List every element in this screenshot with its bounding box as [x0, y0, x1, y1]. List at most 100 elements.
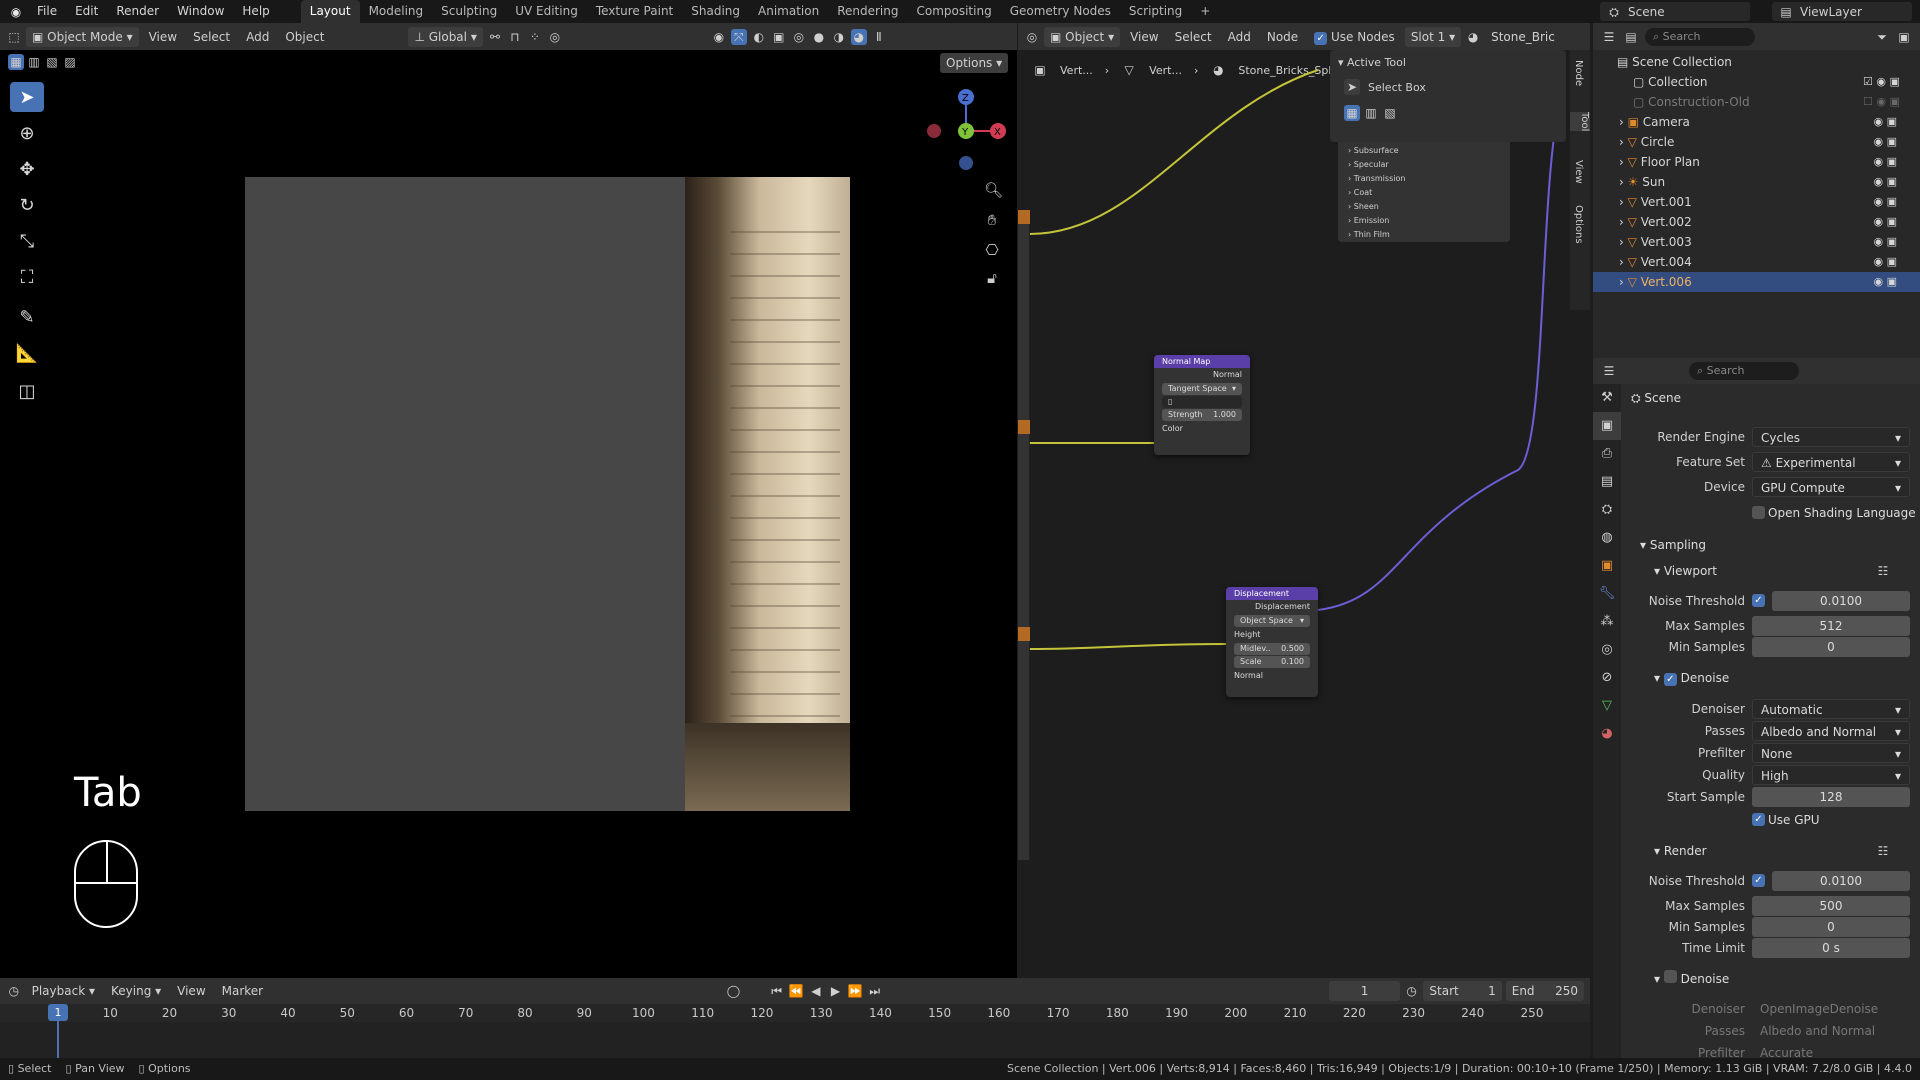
prefilter-dropdown[interactable]: None ▾	[1752, 743, 1910, 763]
tab-shading[interactable]: Shading	[682, 0, 749, 23]
r-noise-checkbox[interactable]: ✓	[1752, 874, 1765, 887]
auto-key-icon[interactable]: ◯	[726, 983, 742, 999]
outliner-type-icon[interactable]: ☰	[1601, 29, 1617, 45]
node-editor[interactable]: ▣ Vert... › ▽ Vert... › ◕ Stone_Bricks_S…	[1018, 50, 1590, 978]
denoiser-dropdown[interactable]: Automatic ▾	[1752, 699, 1910, 719]
options-button[interactable]: Options ▾	[940, 53, 1009, 73]
camera-view-icon[interactable]: ⎔	[984, 242, 1000, 258]
outliner[interactable]: ☰ ▤ ⌕ Search ⏷ ▣ ▤ Scene Collection ▢ Co…	[1593, 23, 1920, 358]
osl-checkbox[interactable]	[1752, 506, 1765, 519]
tab-animation[interactable]: Animation	[749, 0, 828, 23]
xray-icon[interactable]: ▣	[771, 29, 787, 45]
node-editor-type-icon[interactable]: ◎	[1024, 29, 1040, 45]
tool-move[interactable]: ✥	[10, 154, 44, 184]
navigation-gizmo[interactable]: Z X Y	[920, 85, 1010, 175]
bsdf-item-transmission[interactable]: › Transmission	[1348, 172, 1500, 186]
midlevel-field[interactable]: Midlev.. 0.500	[1234, 643, 1310, 655]
render-subpanel-header[interactable]: ▾ Render	[1654, 841, 1707, 861]
gizmo-toggle-icon[interactable]: ⤧	[730, 28, 747, 45]
tool-transform[interactable]: ⛶	[10, 262, 44, 292]
outliner-search-input[interactable]: ⌕ Search	[1645, 27, 1755, 46]
eye-icon[interactable]: ◉ ▣	[1863, 152, 1913, 172]
node-menu-select[interactable]: Select	[1169, 27, 1218, 47]
pivot-icon[interactable]: ⚯	[487, 29, 503, 45]
tab-texture-paint[interactable]: Texture Paint	[587, 0, 682, 23]
zoom-icon[interactable]: 🔍︎	[984, 182, 1003, 198]
tab-modeling[interactable]: Modeling	[360, 0, 433, 23]
eye-icon[interactable]: ◉ ▣	[1863, 112, 1913, 132]
menu-window[interactable]: Window	[168, 0, 233, 23]
visibility-icon[interactable]: ◉	[711, 29, 727, 45]
world-tab-icon[interactable]: ◍	[1593, 524, 1621, 552]
tab-node[interactable]: Node	[1573, 60, 1584, 86]
tool-measure[interactable]: 📐	[10, 338, 44, 368]
eye-icon[interactable]: ◉ ▣	[1863, 212, 1913, 232]
scale-field[interactable]: Scale 0.100	[1234, 656, 1310, 668]
tab-sculpting[interactable]: Sculpting	[432, 0, 506, 23]
tab-options[interactable]: Options	[1573, 205, 1584, 244]
filter-icon[interactable]: ⏷	[1874, 29, 1890, 45]
tool-add-cube[interactable]: ◫	[10, 376, 44, 406]
vp-menu-add[interactable]: Add	[240, 27, 275, 47]
menu-edit[interactable]: Edit	[66, 0, 107, 23]
viewlayer-selector[interactable]: ▤ ViewLayer	[1772, 2, 1912, 21]
list-icon[interactable]: ☷	[1875, 563, 1891, 579]
menu-help[interactable]: Help	[233, 0, 278, 23]
r-max-field[interactable]: 500	[1752, 896, 1910, 916]
tab-geometry-nodes[interactable]: Geometry Nodes	[1001, 0, 1120, 23]
tab-layout[interactable]: Layout	[300, 0, 360, 23]
r-prefilter-dropdown[interactable]: Accurate	[1752, 1043, 1910, 1057]
select-intersect-icon[interactable]: ▨	[62, 54, 78, 70]
scene-selector[interactable]: ⛭ Scene	[1600, 2, 1750, 21]
r-passes-dropdown[interactable]: Albedo and Normal	[1752, 1021, 1910, 1041]
tab-rendering[interactable]: Rendering	[828, 0, 907, 23]
timeline-track[interactable]	[0, 1022, 1590, 1058]
snap-icon[interactable]: ⊓	[507, 29, 523, 45]
viewport-subpanel-header[interactable]: ▾ Viewport	[1654, 561, 1717, 581]
eye-icon[interactable]: ☐ ◉ ▣	[1863, 92, 1913, 112]
shading-wireframe-icon[interactable]: ◎	[791, 29, 807, 45]
use-nodes-toggle[interactable]: ✓ Use Nodes	[1308, 27, 1401, 47]
menu-file[interactable]: File	[28, 0, 66, 23]
new-collection-icon[interactable]: ▣	[1896, 29, 1912, 45]
play-icon[interactable]: ▶	[828, 983, 844, 999]
object-tab-icon[interactable]: ▣	[1593, 552, 1621, 580]
play-reverse-icon[interactable]: ◀	[808, 983, 824, 999]
scene-collection-row[interactable]: ▤ Scene Collection	[1593, 52, 1920, 72]
r-min-field[interactable]: 0	[1752, 917, 1910, 937]
sampling-panel-header[interactable]: ▾ Sampling	[1640, 535, 1706, 555]
render-denoise-checkbox[interactable]	[1663, 970, 1677, 983]
current-frame-field[interactable]: 1	[1329, 981, 1400, 1001]
3d-viewport[interactable]: ▦ ▥ ▧ ▨ Options ▾ ➤ ⊕ ✥ ↻ ⤡ ⛶ ✎ 📐 ◫ Tab …	[0, 50, 1017, 978]
tab-scripting[interactable]: Scripting	[1120, 0, 1191, 23]
tool-select-box[interactable]: ➤	[10, 82, 44, 112]
material-name[interactable]: Stone_Bric	[1485, 27, 1561, 47]
properties-search-input[interactable]: ⌕ Search	[1689, 362, 1799, 380]
pause-render-icon[interactable]: Ⅱ	[871, 29, 887, 45]
vp-min-field[interactable]: 0	[1752, 637, 1910, 657]
tab-compositing[interactable]: Compositing	[907, 0, 1000, 23]
tool-rotate[interactable]: ↻	[10, 190, 44, 220]
gizmo-neg-z-handle[interactable]	[959, 156, 973, 170]
r-noise-field[interactable]: 0.0100	[1772, 871, 1910, 891]
start-sample-field[interactable]: 128	[1752, 787, 1910, 807]
eye-icon[interactable]: ◉ ▣	[1863, 172, 1913, 192]
tl-menu-playback[interactable]: Playback ▾	[26, 981, 101, 1001]
prev-keyframe-icon[interactable]: ⏪	[788, 983, 804, 999]
normal-map-space-dropdown[interactable]: Tangent Space ▾	[1162, 383, 1242, 395]
select-box-row[interactable]: ➤ Select Box	[1330, 75, 1566, 99]
snap-target-icon[interactable]: ⁘	[527, 29, 543, 45]
jump-start-icon[interactable]: ⏮	[769, 983, 785, 999]
select-extend-icon[interactable]: ▥	[26, 54, 42, 70]
normal-map-node[interactable]: Normal Map Normal Tangent Space ▾ ▯ Stren…	[1154, 355, 1250, 455]
mode-extend-icon[interactable]: ▥	[1363, 105, 1379, 121]
quality-dropdown[interactable]: High ▾	[1752, 765, 1910, 785]
eye-icon[interactable]: ◉ ▣	[1863, 272, 1913, 292]
render-engine-dropdown[interactable]: Cycles ▾	[1752, 427, 1910, 447]
tool-cursor[interactable]: ⊕	[10, 118, 44, 148]
node-menu-add[interactable]: Add	[1222, 27, 1257, 47]
list-icon[interactable]: ☷	[1875, 843, 1891, 859]
gizmo-neg-x-handle[interactable]	[927, 124, 941, 138]
menu-render[interactable]: Render	[107, 0, 168, 23]
time-limit-field[interactable]: 0 s	[1752, 938, 1910, 958]
